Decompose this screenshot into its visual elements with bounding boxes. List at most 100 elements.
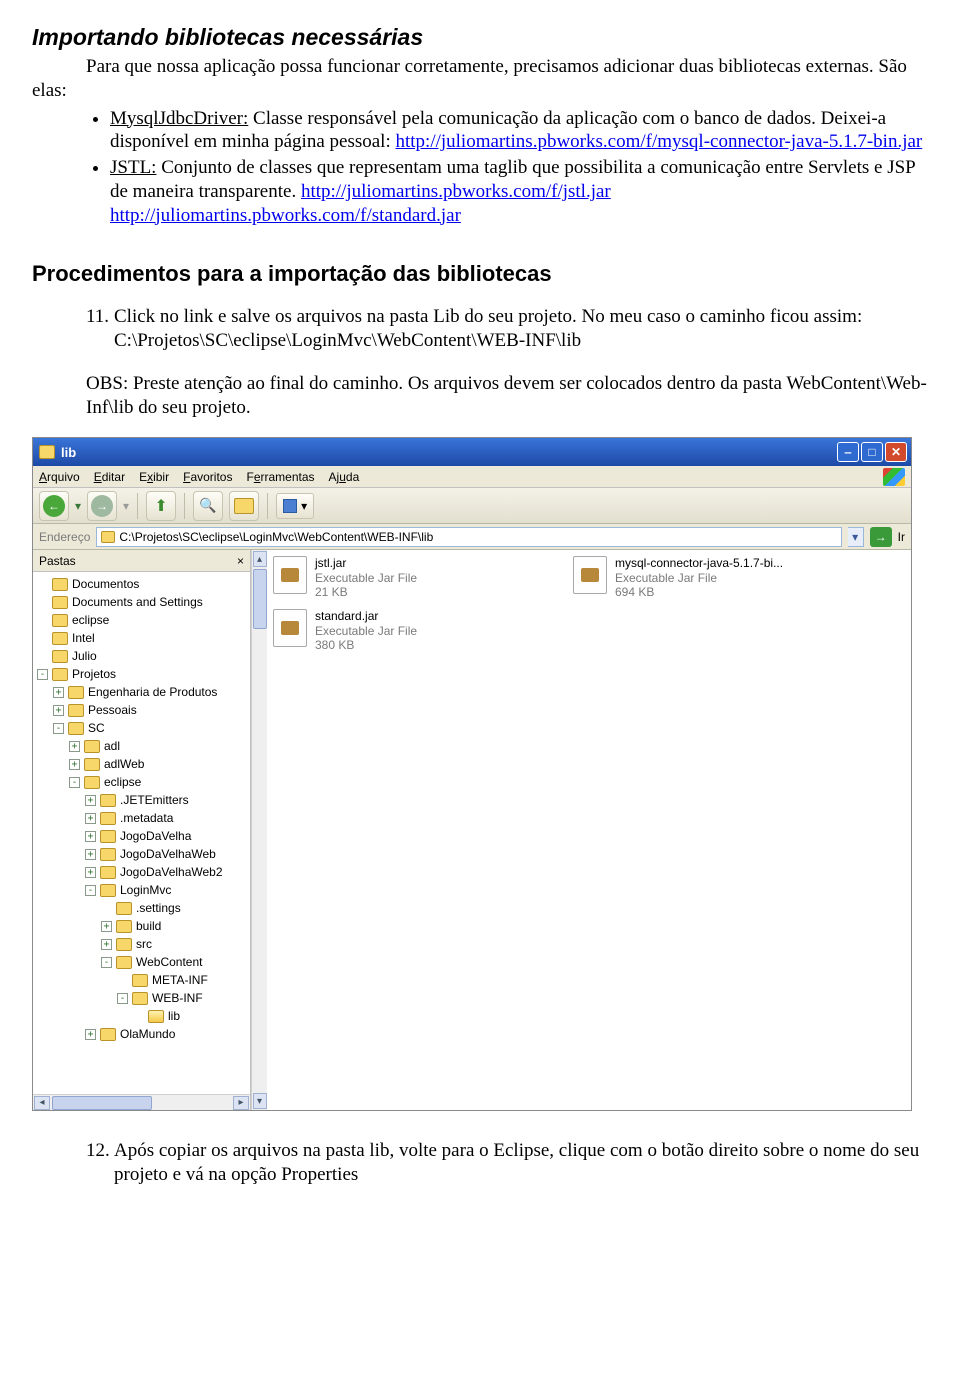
tree-item-label: WebContent — [136, 955, 203, 969]
tree-item[interactable]: - eclipse — [33, 773, 250, 791]
tree-item-label: LoginMvc — [120, 883, 171, 897]
expand-icon[interactable]: + — [101, 939, 112, 950]
bullet-lead: MysqlJdbcDriver: — [110, 108, 248, 129]
tree-item-label: eclipse — [104, 775, 141, 789]
tree-item-label: lib — [168, 1009, 180, 1023]
collapse-icon[interactable]: - — [117, 993, 128, 1004]
tree-item[interactable]: -SC — [33, 719, 250, 737]
forward-dropdown-icon[interactable]: ▾ — [123, 499, 129, 513]
tree-item[interactable]: Intel — [33, 629, 250, 647]
folder-icon — [68, 722, 84, 735]
scroll-up-icon[interactable]: ▴ — [253, 551, 267, 567]
tree-item-label: eclipse — [72, 613, 109, 627]
expand-icon[interactable]: + — [85, 1029, 96, 1040]
tree-item[interactable]: +Pessoais — [33, 701, 250, 719]
expand-icon[interactable]: + — [53, 687, 64, 698]
tree-item[interactable]: +Engenharia de Produtos — [33, 683, 250, 701]
forward-button[interactable]: → — [87, 491, 117, 521]
file-item[interactable]: jstl.jar Executable Jar File 21 KB — [273, 556, 553, 599]
scroll-thumb[interactable] — [253, 569, 267, 629]
step-text: Após copiar os arquivos na pasta lib, vo… — [114, 1139, 928, 1187]
close-button[interactable]: ✕ — [885, 442, 907, 462]
expand-icon[interactable]: + — [53, 705, 64, 716]
tree-item[interactable]: - WebContent — [33, 953, 250, 971]
vertical-scrollbar[interactable]: ▴ ▾ — [251, 550, 267, 1110]
tree-item[interactable]: Documentos — [33, 575, 250, 593]
collapse-icon[interactable]: - — [69, 777, 80, 788]
expand-placeholder — [37, 615, 48, 626]
close-folders-pane-icon[interactable]: × — [237, 554, 244, 568]
menu-arquivo[interactable]: Arquivo — [39, 470, 80, 484]
horizontal-scrollbar[interactable]: ◂ ▸ — [33, 1094, 250, 1110]
file-item[interactable]: standard.jar Executable Jar File 380 KB — [273, 609, 553, 652]
expand-icon[interactable]: + — [69, 741, 80, 752]
folder-tree[interactable]: Documentos Documents and Settings eclipse I… — [33, 572, 250, 1094]
expand-placeholder — [117, 975, 128, 986]
tree-item[interactable]: +JogoDaVelha — [33, 827, 250, 845]
expand-icon[interactable]: + — [69, 759, 80, 770]
scroll-right-icon[interactable]: ▸ — [233, 1096, 249, 1110]
link-jstl-jar[interactable]: http://juliomartins.pbworks.com/f/jstl.j… — [301, 181, 611, 202]
file-list-pane[interactable]: jstl.jar Executable Jar File 21 KB stand… — [267, 550, 911, 1110]
expand-icon[interactable]: + — [85, 831, 96, 842]
expand-icon[interactable]: + — [85, 867, 96, 878]
titlebar-folder-icon — [39, 445, 55, 459]
go-button[interactable]: → — [870, 527, 892, 547]
menu-ferramentas[interactable]: Ferramentas — [246, 470, 314, 484]
tree-item[interactable]: +adl — [33, 737, 250, 755]
collapse-icon[interactable]: - — [101, 957, 112, 968]
collapse-icon[interactable]: - — [85, 885, 96, 896]
collapse-icon[interactable]: - — [53, 723, 64, 734]
explorer-window: lib ‒ □ ✕ Arquivo Editar Exibir Favorito… — [32, 437, 912, 1111]
link-mysql-jar[interactable]: http://juliomartins.pbworks.com/f/mysql-… — [395, 131, 922, 152]
tree-item[interactable]: +OlaMundo — [33, 1025, 250, 1043]
tree-item[interactable]: Julio — [33, 647, 250, 665]
address-input[interactable]: C:\Projetos\SC\eclipse\LoginMvc\WebConte… — [96, 527, 841, 547]
tree-item[interactable]: +src — [33, 935, 250, 953]
tree-item[interactable]: +.JETEmitters — [33, 791, 250, 809]
scroll-down-icon[interactable]: ▾ — [253, 1093, 267, 1109]
tree-item[interactable]: +build — [33, 917, 250, 935]
folder-icon — [132, 974, 148, 987]
tree-item[interactable]: lib — [33, 1007, 250, 1025]
expand-icon[interactable]: + — [101, 921, 112, 932]
back-dropdown-icon[interactable]: ▾ — [75, 499, 81, 513]
up-button[interactable]: ⬆ — [146, 491, 176, 521]
link-standard-jar[interactable]: http://juliomartins.pbworks.com/f/standa… — [110, 205, 461, 226]
expand-icon[interactable]: + — [85, 813, 96, 824]
menu-ajuda[interactable]: Ajuda — [329, 470, 360, 484]
bullet-mysql: MysqlJdbcDriver: Classe responsável pela… — [110, 107, 928, 155]
tree-item[interactable]: -WEB-INF — [33, 989, 250, 1007]
address-dropdown-icon[interactable]: ▾ — [848, 527, 864, 547]
folders-button[interactable] — [229, 491, 259, 521]
maximize-button[interactable]: □ — [861, 442, 883, 462]
views-button[interactable]: ▾ — [276, 493, 314, 519]
titlebar: lib ‒ □ ✕ — [33, 438, 911, 466]
menu-exibir[interactable]: Exibir — [139, 470, 169, 484]
expand-icon[interactable]: + — [85, 849, 96, 860]
tree-item[interactable]: -Projetos — [33, 665, 250, 683]
minimize-button[interactable]: ‒ — [837, 442, 859, 462]
tree-item[interactable]: +JogoDaVelhaWeb — [33, 845, 250, 863]
back-button[interactable]: ← — [39, 491, 69, 521]
tree-item-label: Documentos — [72, 577, 139, 591]
scroll-thumb[interactable] — [52, 1096, 152, 1110]
folder-icon — [68, 704, 84, 717]
tree-item[interactable]: META-INF — [33, 971, 250, 989]
expand-icon[interactable]: + — [85, 795, 96, 806]
search-button[interactable]: 🔍 — [193, 491, 223, 521]
scroll-left-icon[interactable]: ◂ — [34, 1096, 50, 1110]
jar-file-icon — [273, 609, 307, 647]
tree-item[interactable]: +JogoDaVelhaWeb2 — [33, 863, 250, 881]
tree-item[interactable]: eclipse — [33, 611, 250, 629]
collapse-icon[interactable]: - — [37, 669, 48, 680]
menu-editar[interactable]: Editar — [94, 470, 125, 484]
tree-item[interactable]: .settings — [33, 899, 250, 917]
tree-item[interactable]: +.metadata — [33, 809, 250, 827]
tree-item[interactable]: +adlWeb — [33, 755, 250, 773]
file-item[interactable]: mysql-connector-java-5.1.7-bi... Executa… — [573, 556, 853, 599]
menu-favoritos[interactable]: Favoritos — [183, 470, 232, 484]
tree-item[interactable]: - LoginMvc — [33, 881, 250, 899]
folder-icon — [52, 596, 68, 609]
tree-item[interactable]: Documents and Settings — [33, 593, 250, 611]
